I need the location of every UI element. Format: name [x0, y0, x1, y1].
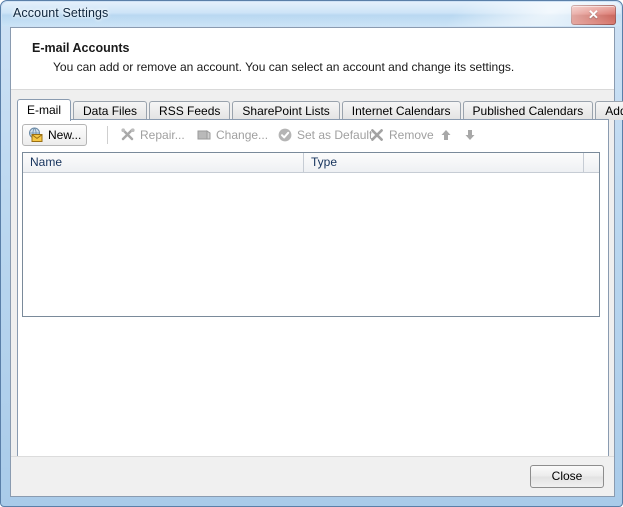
new-mail-account-icon — [28, 127, 44, 143]
tab-address-books[interactable]: Address Books — [595, 101, 623, 120]
tab-data-files[interactable]: Data Files — [73, 101, 148, 120]
tab-sharepoint-lists[interactable]: SharePoint Lists — [232, 101, 340, 120]
dialog-client-area: E-mail Accounts You can add or remove an… — [10, 27, 623, 497]
set-as-default-label: Set as Default — [297, 128, 373, 142]
tab-label: Address Books — [605, 104, 623, 118]
new-account-button[interactable]: New... — [22, 124, 88, 146]
remove-account-button: Remove — [363, 124, 440, 146]
change-account-label: Change... — [216, 128, 269, 142]
accounts-toolbar: New... Repair... Change... Set as Defaul… — [22, 124, 604, 148]
tab-email[interactable]: E-mail — [17, 99, 72, 121]
tab-published-calendars[interactable]: Published Calendars — [462, 101, 594, 120]
move-up-arrow-icon — [438, 127, 454, 143]
column-header-name[interactable]: Name — [23, 153, 304, 172]
change-account-button: Change... — [190, 124, 274, 146]
tab-internet-calendars[interactable]: Internet Calendars — [341, 101, 461, 120]
header-band: E-mail Accounts You can add or remove an… — [11, 28, 614, 90]
window-close-button[interactable]: ✕ — [571, 5, 616, 25]
tab-label: Published Calendars — [472, 104, 584, 118]
dialog-footer: Close — [11, 456, 614, 496]
tab-label: E-mail — [27, 103, 62, 117]
page-title: E-mail Accounts — [32, 41, 130, 55]
tab-rss-feeds[interactable]: RSS Feeds — [149, 101, 231, 120]
column-header-type[interactable]: Type — [304, 153, 584, 172]
tab-host: E-mail Data Files RSS Feeds SharePoint L… — [11, 90, 623, 496]
remove-x-icon — [369, 127, 385, 143]
new-account-label: New... — [48, 128, 82, 142]
tab-label: SharePoint Lists — [242, 104, 330, 118]
set-default-check-icon — [277, 127, 293, 143]
title-bar: Account Settings ✕ — [2, 2, 621, 26]
tab-strip: E-mail Data Files RSS Feeds SharePoint L… — [17, 98, 623, 121]
account-settings-window: Account Settings ✕ E-mail Accounts You c… — [0, 0, 623, 507]
change-account-icon — [196, 127, 212, 143]
move-down-button — [456, 124, 484, 146]
move-down-arrow-icon — [462, 127, 478, 143]
repair-account-label: Repair... — [140, 128, 185, 142]
email-tab-panel: New... Repair... Change... Set as Defaul… — [17, 119, 609, 486]
close-button[interactable]: Close — [530, 465, 604, 488]
toolbar-separator — [107, 126, 108, 144]
accounts-list-header: Name Type — [23, 153, 599, 173]
repair-account-button: Repair... — [114, 124, 191, 146]
close-x-icon: ✕ — [588, 7, 599, 22]
accounts-list[interactable]: Name Type — [22, 152, 600, 317]
tab-label: Data Files — [83, 104, 138, 118]
repair-tools-icon — [120, 127, 136, 143]
window-title: Account Settings — [13, 6, 109, 20]
column-header-extra[interactable] — [584, 153, 599, 172]
tab-label: Internet Calendars — [351, 104, 451, 118]
page-description: You can add or remove an account. You ca… — [53, 60, 515, 74]
tab-label: RSS Feeds — [159, 104, 221, 118]
remove-account-label: Remove — [389, 128, 434, 142]
